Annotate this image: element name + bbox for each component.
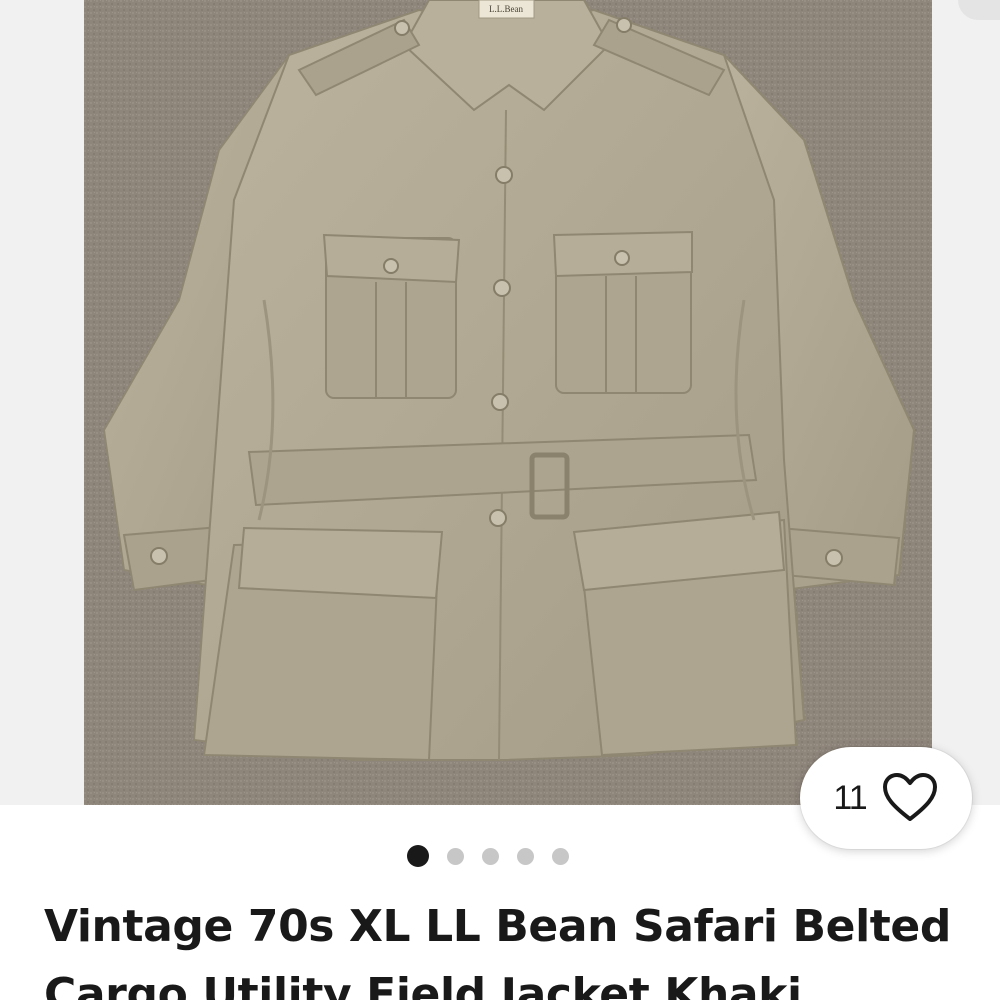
heart-outline-icon	[882, 773, 937, 821]
pagination-dot-3[interactable]	[482, 847, 499, 865]
watch-count: 11	[833, 778, 867, 817]
pagination-dot-4[interactable]	[517, 847, 534, 865]
svg-text:L.L.Bean: L.L.Bean	[489, 4, 523, 14]
product-photo[interactable]: L.L.Bean	[84, 0, 932, 805]
gallery-pagination	[0, 845, 1000, 867]
image-gallery[interactable]: L.L.Bean	[0, 0, 1000, 805]
listing-title: Vintage 70s XL LL Bean Safari Belted Car…	[44, 901, 951, 1000]
next-image-peek[interactable]	[958, 0, 1000, 20]
pagination-dot-1[interactable]	[407, 845, 429, 867]
pagination-dot-2[interactable]	[447, 847, 464, 865]
pagination-dot-5[interactable]	[552, 847, 569, 865]
watch-button[interactable]: 11	[800, 747, 972, 849]
